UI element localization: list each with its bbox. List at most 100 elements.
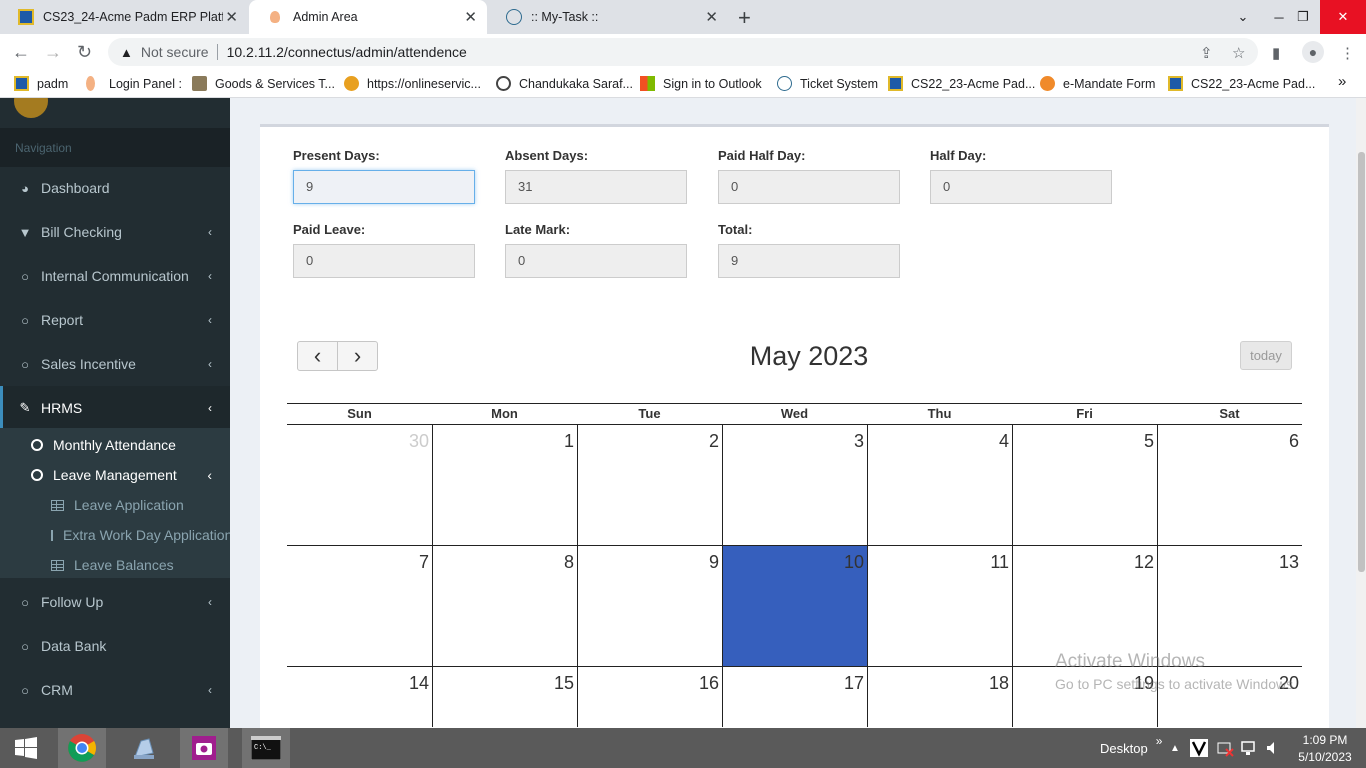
new-tab-button[interactable]: + — [738, 5, 751, 31]
present-days-field[interactable]: 9 — [293, 170, 475, 204]
bookmark-item[interactable]: Login Panel : — [86, 76, 182, 91]
absent-days-field[interactable]: 31 — [505, 170, 687, 204]
antivirus-icon[interactable] — [1190, 728, 1208, 768]
sidebar-item-leave-application[interactable]: Leave Application — [0, 490, 230, 520]
calendar-day-cell[interactable]: 10 — [722, 546, 867, 667]
side-panel-icon[interactable]: ▮ — [1272, 44, 1280, 62]
address-bar[interactable]: ▲ Not secure 10.2.11.2/connectus/admin/a… — [108, 38, 1258, 66]
bookmark-item[interactable]: https://onlineservic... — [344, 76, 481, 91]
total-field[interactable]: 9 — [718, 244, 900, 278]
desktop-toolbar[interactable]: Desktop » — [1100, 728, 1162, 768]
calendar-day-cell[interactable]: 1 — [432, 425, 577, 546]
late-mark-field[interactable]: 0 — [505, 244, 687, 278]
calendar-day-cell[interactable]: 11 — [867, 546, 1012, 667]
menu-kebab-icon[interactable]: ⋮ — [1340, 44, 1355, 62]
sidebar-item-label: Dashboard — [41, 180, 110, 196]
scrollbar-thumb[interactable] — [1358, 152, 1365, 572]
sidebar-item-data-bank[interactable]: ○ Data Bank — [0, 624, 230, 668]
system-clock[interactable]: 1:09 PM 5/10/2023 — [1290, 732, 1360, 766]
day-number: 11 — [990, 552, 1009, 572]
network-monitor-icon — [1241, 741, 1255, 755]
today-button[interactable]: today — [1240, 341, 1292, 370]
bookmark-label: e-Mandate Form — [1063, 76, 1156, 91]
reload-icon[interactable]: ↻ — [77, 42, 92, 63]
emandate-icon — [1040, 76, 1055, 91]
sidebar-item-leave-management[interactable]: Leave Management ‹ — [0, 460, 230, 490]
calendar-day-cell[interactable]: 18 — [867, 667, 1012, 727]
calendar-day-cell[interactable]: 15 — [432, 667, 577, 727]
volume-icon[interactable] — [1265, 728, 1281, 768]
calendar-day-cell[interactable]: 4 — [867, 425, 1012, 546]
bookmark-item[interactable]: Sign in to Outlook — [640, 76, 762, 91]
close-tab-icon[interactable]: ✕ — [464, 8, 477, 26]
taskbar-scanner-app[interactable] — [120, 728, 168, 768]
calendar-day-cell[interactable]: 6 — [1157, 425, 1302, 546]
calendar-day-cell[interactable]: 17 — [722, 667, 867, 727]
sidebar-item-monthly-attendance[interactable]: Monthly Attendance — [0, 430, 230, 460]
bookmarks-overflow-icon[interactable]: » — [1338, 73, 1346, 90]
flame-icon — [86, 76, 95, 91]
paid-leave-field[interactable]: 0 — [293, 244, 475, 278]
calendar-day-cell[interactable]: 12 — [1012, 546, 1157, 667]
calendar-day-cell[interactable]: 7 — [287, 546, 432, 667]
tab-my-task[interactable]: :: My-Task :: ✕ — [488, 0, 728, 34]
half-day-field[interactable]: 0 — [930, 170, 1112, 204]
taskbar-camera-app[interactable] — [180, 728, 228, 768]
sidebar-item-crm[interactable]: ○ CRM ‹ — [0, 668, 230, 712]
tab-erp-platform[interactable]: CS23_24-Acme Padm ERP Platfor ✕ — [0, 0, 248, 34]
prev-month-button[interactable]: ‹ — [297, 341, 338, 371]
warning-icon[interactable]: ▲ — [120, 45, 133, 60]
circle-icon: ○ — [21, 312, 29, 328]
calendar-day-cell[interactable]: 9 — [577, 546, 722, 667]
day-number: 3 — [853, 431, 864, 451]
back-icon[interactable]: ← — [12, 42, 30, 63]
service-icon — [344, 76, 359, 91]
bookmark-item[interactable]: CS22_23-Acme Pad... — [1168, 76, 1315, 91]
sidebar-item-internal-communication[interactable]: ○ Internal Communication ‹ — [0, 254, 230, 298]
calendar-day-cell[interactable]: 3 — [722, 425, 867, 546]
close-tab-icon[interactable]: ✕ — [705, 8, 718, 26]
bookmark-item[interactable]: e-Mandate Form — [1040, 76, 1155, 91]
profile-avatar-icon[interactable]: ● — [1302, 41, 1324, 63]
taskbar-chrome[interactable] — [58, 728, 106, 768]
day-header-sun: Sun — [347, 406, 372, 421]
chevron-left-icon: ‹ — [208, 595, 212, 609]
bookmark-item[interactable]: Chandukaka Saraf... — [496, 76, 633, 91]
show-hidden-icons-icon[interactable]: ▲ — [1170, 728, 1180, 768]
late-mark-label: Late Mark: — [505, 222, 571, 237]
start-button[interactable] — [2, 728, 50, 768]
next-month-button[interactable]: › — [337, 341, 378, 371]
calendar-day-cell[interactable]: 2 — [577, 425, 722, 546]
tray-app-icon[interactable] — [1216, 728, 1234, 768]
calendar-day-cell[interactable]: 8 — [432, 546, 577, 667]
calendar-day-cell[interactable]: 30 — [287, 425, 432, 546]
sidebar-item-dashboard[interactable]: ◕ Dashboard — [0, 166, 230, 210]
bookmark-item[interactable]: Ticket System — [777, 76, 878, 91]
calendar-day-cell[interactable]: 14 — [287, 667, 432, 727]
sidebar-item-report[interactable]: ○ Report ‹ — [0, 298, 230, 342]
sidebar-item-label: Monthly Attendance — [53, 437, 176, 453]
share-icon[interactable]: ⇪ — [1200, 44, 1213, 62]
window-close-button[interactable]: ✕ — [1320, 0, 1366, 34]
sidebar-item-follow-up[interactable]: ○ Follow Up ‹ — [0, 580, 230, 624]
bookmark-item[interactable]: padm — [14, 76, 68, 91]
url-text[interactable]: 10.2.11.2/connectus/admin/attendence — [227, 44, 467, 60]
calendar-day-cell[interactable]: 16 — [577, 667, 722, 727]
network-icon[interactable] — [1240, 728, 1258, 768]
sidebar-item-sales-incentive[interactable]: ○ Sales Incentive ‹ — [0, 342, 230, 386]
paid-half-day-field[interactable]: 0 — [718, 170, 900, 204]
forward-icon[interactable]: → — [44, 42, 62, 63]
close-tab-icon[interactable]: ✕ — [225, 8, 238, 26]
calendar-day-cell[interactable]: 5 — [1012, 425, 1157, 546]
bookmark-item[interactable]: CS22_23-Acme Pad... — [888, 76, 1035, 91]
sidebar-item-hrms[interactable]: ✎ HRMS ‹ — [0, 386, 230, 430]
bookmark-star-icon[interactable]: ☆ — [1232, 44, 1245, 62]
sidebar-item-extra-work-day-application[interactable]: Extra Work Day Application — [0, 520, 230, 550]
tab-admin-area[interactable]: Admin Area ✕ — [249, 0, 487, 34]
taskbar-command-prompt[interactable]: C:\_ — [242, 728, 290, 768]
security-label[interactable]: Not secure — [141, 44, 209, 60]
calendar-day-cell[interactable]: 13 — [1157, 546, 1302, 667]
bookmark-item[interactable]: Goods & Services T... — [192, 76, 335, 91]
sidebar-item-bill-checking[interactable]: ▼ Bill Checking ‹ — [0, 210, 230, 254]
sidebar-item-leave-balances[interactable]: Leave Balances — [0, 550, 230, 580]
